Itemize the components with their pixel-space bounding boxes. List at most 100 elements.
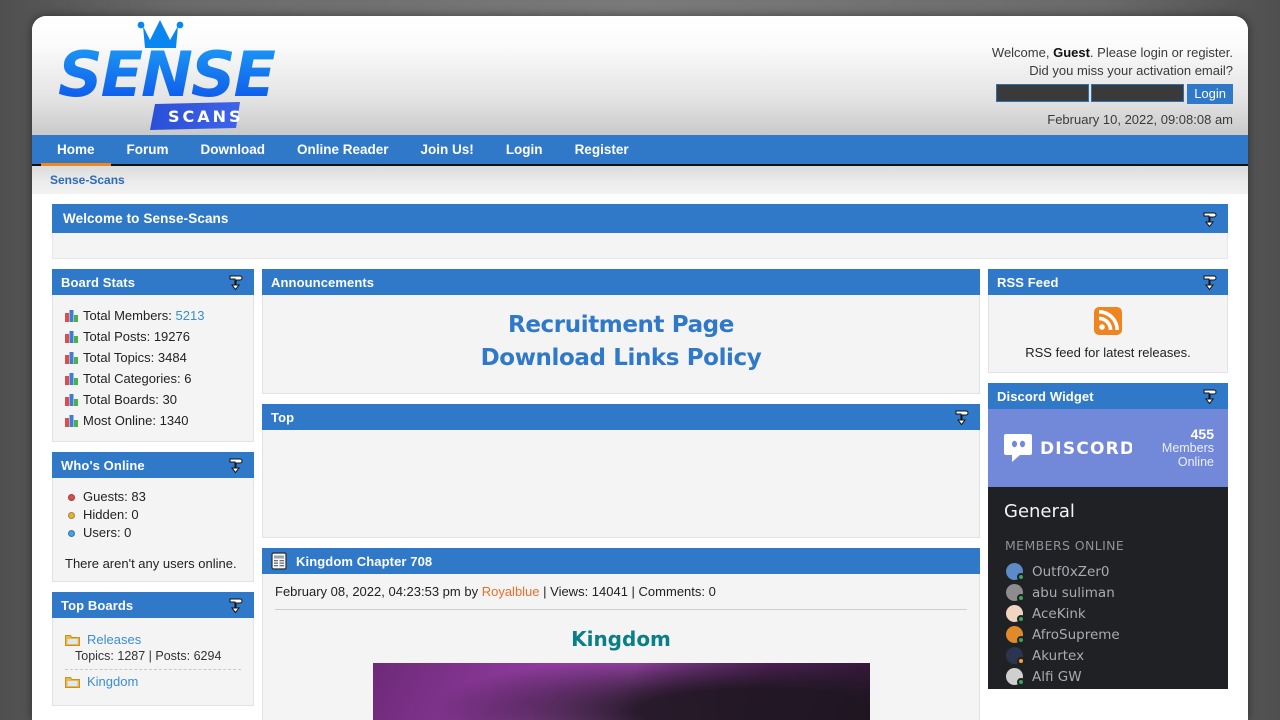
bar-chart-icon (65, 351, 78, 364)
article-body: February 08, 2022, 04:23:53 pm by Royalb… (262, 574, 980, 720)
discord-member-row[interactable]: AfroSupreme (988, 624, 1228, 645)
nav-item-login[interactable]: Login (490, 135, 559, 164)
right-sidebar: RSS Feed RSS feed for latest releases. D… (988, 269, 1228, 699)
board-stats-header: Board Stats (52, 269, 254, 295)
article-header: Kingdom Chapter 708 (262, 548, 980, 574)
user-login-box: Welcome, Guest. Please login or register… (992, 44, 1233, 129)
online-row-guests: Guests: 83 (68, 488, 241, 506)
discord-widget-body: DISCORD 455 Members Online General MEMBE… (988, 409, 1228, 689)
board-item-releases: Releases Topics: 1287 | Posts: 6294 (65, 628, 241, 669)
presence-online-icon (1017, 678, 1025, 686)
stat-label: Total Members: (83, 308, 172, 323)
stat-value: 1340 (159, 413, 189, 428)
avatar (1006, 626, 1025, 644)
nav-item-register[interactable]: Register (559, 135, 645, 164)
discord-member-row[interactable]: Alfi GW (988, 666, 1228, 687)
activation-email-link[interactable]: Did you miss your activation email? (992, 62, 1233, 80)
avatar (1006, 668, 1025, 686)
stat-value-link[interactable]: 5213 (176, 305, 205, 326)
top-boards-panel: Top Boards Releases Topics: 1287 | Posts… (52, 592, 254, 706)
discord-count-label-online: Online (1177, 455, 1214, 469)
discord-member-row[interactable]: Outf0xZer0 (988, 561, 1228, 582)
article-by-prefix: by (460, 584, 482, 599)
top-boards-body: Releases Topics: 1287 | Posts: 6294 King… (52, 618, 254, 706)
board-link-kingdom[interactable]: Kingdom (87, 674, 138, 689)
collapse-icon[interactable] (227, 273, 245, 291)
stat-row-total-members: Total Members: 5213 (65, 305, 241, 326)
password-input[interactable] (1091, 84, 1185, 102)
stat-label: Total Topics: (83, 350, 155, 365)
board-stats-panel: Board Stats Total Members: 5213 Total Po… (52, 269, 254, 442)
online-row-hidden: Hidden: 0 (68, 506, 241, 524)
whos-online-header: Who's Online (52, 452, 254, 478)
whos-online-panel: Who's Online Guests: 83 Hidden: 0 Users:… (52, 452, 254, 582)
bar-chart-icon (65, 330, 78, 343)
board-item-kingdom: Kingdom (65, 669, 241, 695)
board-stats-title: Board Stats (61, 274, 136, 290)
rss-icon[interactable] (1094, 307, 1122, 335)
nav-item-download[interactable]: Download (185, 135, 282, 164)
collapse-icon[interactable] (227, 456, 245, 474)
welcome-username: Guest (1053, 45, 1090, 60)
discord-widget-title: Discord Widget (997, 388, 1094, 404)
left-sidebar: Board Stats Total Members: 5213 Total Po… (52, 269, 254, 716)
users-label: Users: 0 (83, 525, 132, 540)
top-boards-list: Releases Topics: 1287 | Posts: 6294 King… (65, 628, 241, 695)
site-logo[interactable]: SENSE SCANS (50, 18, 350, 136)
nav-item-home[interactable]: Home (41, 135, 111, 166)
discord-member-row[interactable]: Akurtex (988, 645, 1228, 666)
announcements-header: Announcements (262, 269, 980, 295)
discord-count-number: 455 (1190, 426, 1214, 442)
login-button[interactable]: Login (1187, 84, 1233, 104)
announcement-link-recruitment[interactable]: Recruitment Page (275, 309, 967, 342)
svg-text:SCANS: SCANS (168, 107, 244, 126)
article-author-link[interactable]: Royalblue (482, 584, 540, 599)
discord-member-row[interactable]: abu suliman (988, 582, 1228, 603)
collapse-icon[interactable] (953, 408, 971, 426)
collapse-icon[interactable] (227, 596, 245, 614)
whos-online-title: Who's Online (61, 457, 145, 473)
welcome-panel: Welcome to Sense-Scans (52, 204, 1228, 259)
avatar (1006, 647, 1025, 665)
nav-item-join-us[interactable]: Join Us! (405, 135, 490, 164)
top-boards-title: Top Boards (61, 597, 134, 613)
breadcrumb: Sense-Scans (32, 166, 1248, 194)
announcements-panel: Announcements Recruitment Page Download … (262, 269, 980, 394)
collapse-icon[interactable] (1201, 210, 1219, 228)
discord-member-row[interactable]: AceKink (988, 603, 1228, 624)
current-datetime: February 10, 2022, 09:08:08 am (1047, 112, 1233, 127)
guests-label: Guests: 83 (83, 489, 146, 504)
discord-logo-icon: DISCORD (1004, 434, 1132, 462)
welcome-panel-header: Welcome to Sense-Scans (52, 204, 1228, 233)
sense-scans-logo-icon: SENSE SCANS (58, 20, 278, 130)
nav-item-online-reader[interactable]: Online Reader (281, 135, 405, 164)
discord-member-name: AceKink (1032, 605, 1086, 622)
news-article-icon (271, 552, 287, 570)
article-date: February 08, 2022, 04:23:53 pm (275, 584, 461, 599)
breadcrumb-item-sense-scans[interactable]: Sense-Scans (50, 173, 125, 187)
board-row: Releases (65, 632, 241, 647)
main-navigation: Home Forum Download Online Reader Join U… (32, 135, 1248, 166)
whos-online-list: Guests: 83 Hidden: 0 Users: 0 (65, 488, 241, 542)
announcement-link-download-policy[interactable]: Download Links Policy (275, 342, 967, 375)
stat-label: Total Posts: (83, 329, 151, 344)
top-panel: Top (262, 404, 980, 538)
board-link-releases[interactable]: Releases (87, 632, 141, 647)
nav-item-forum[interactable]: Forum (111, 135, 185, 164)
hidden-dot-icon (68, 511, 75, 519)
collapse-icon[interactable] (1201, 387, 1219, 405)
discord-count-label-members: Members (1161, 441, 1214, 455)
presence-online-icon (1017, 573, 1025, 581)
main-content: Welcome to Sense-Scans Board Stats Total… (32, 204, 1248, 720)
rss-feed-body: RSS feed for latest releases. (988, 295, 1228, 373)
collapse-icon[interactable] (1201, 273, 1219, 291)
discord-member-panel: General MEMBERS ONLINE Outf0xZer0 abu su… (988, 487, 1228, 689)
whos-online-body: Guests: 83 Hidden: 0 Users: 0 There aren… (52, 478, 254, 582)
guest-dot-icon (68, 493, 75, 501)
username-input[interactable] (996, 84, 1090, 102)
bar-chart-icon (65, 309, 78, 322)
welcome-suffix: . Please login or register. (1089, 45, 1233, 60)
welcome-prefix: Welcome, (991, 45, 1054, 60)
article-title-text[interactable]: Kingdom Chapter 708 (296, 554, 971, 569)
stat-row-total-topics: Total Topics: 3484 (65, 347, 241, 368)
